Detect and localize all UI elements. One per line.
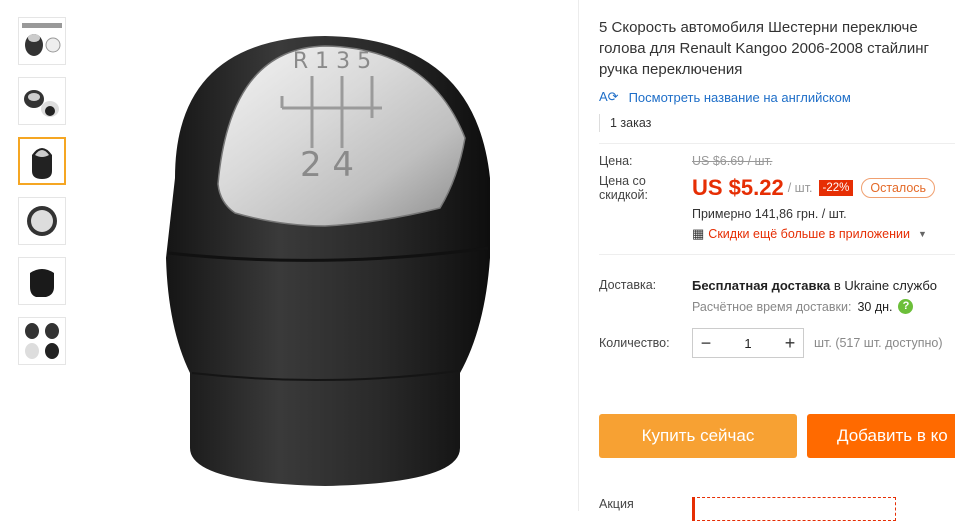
translate-link[interactable]: A⟳ Посмотреть название на английском — [599, 89, 955, 105]
available-stock: шт. (517 шт. доступно) — [814, 336, 943, 350]
product-title: 5 Скорость автомобиля Шестерни переключе… — [599, 17, 955, 80]
shipping-service: в Ukraine службо — [830, 278, 937, 293]
divider — [599, 143, 955, 144]
discount-price-group: US $5.22 / шт. -22% Осталось — [692, 174, 936, 202]
shipping-free: Бесплатная доставка — [692, 278, 831, 293]
thumbnail-4[interactable] — [18, 197, 66, 245]
price-unit: / шт. — [787, 181, 813, 195]
buy-now-button[interactable]: Купить сейчас — [599, 414, 797, 458]
qr-icon: ▦ — [692, 226, 705, 241]
thumbnail-3[interactable] — [18, 137, 66, 185]
coupon-box[interactable] — [692, 497, 896, 521]
estimate-label: Расчётное время доставки: — [692, 299, 852, 314]
add-to-cart-button[interactable]: Добавить в ко — [807, 414, 955, 458]
shipping-label: Доставка: — [599, 278, 657, 292]
title-line: голова для Renault Kangoo 2006-2008 стай… — [599, 40, 929, 57]
title-line: 5 Скорость автомобиля Шестерни переключе — [599, 19, 918, 36]
price-extra: Примерно 141,86 грн. / шт. ▦ Скидки ещё … — [599, 207, 955, 242]
quantity-input[interactable]: 1 — [719, 336, 777, 351]
thumbnail-strip — [18, 17, 70, 377]
app-promo-link[interactable]: ▦ Скидки ещё больше в приложении ▼ — [692, 226, 955, 242]
knob-bottom-numbers: 2 4 — [300, 145, 354, 185]
shipping-value[interactable]: Бесплатная доставка в Ukraine службо — [692, 278, 937, 293]
thumbnail-1[interactable] — [18, 17, 66, 65]
app-promo-label[interactable]: Скидки ещё больше в приложении — [708, 227, 910, 241]
approx-price: Примерно 141,86 грн. / шт. — [692, 207, 847, 221]
thumbnail-5[interactable] — [18, 257, 66, 305]
quantity-row: Количество: − 1 + шт. (517 шт. доступно) — [599, 328, 955, 358]
divider — [578, 0, 579, 511]
orders-count: 1 заказ — [599, 114, 955, 132]
help-icon[interactable]: ? — [898, 299, 914, 314]
product-info-panel: 5 Скорость автомобиля Шестерни переключе… — [599, 0, 955, 521]
knob-top-numbers: R 1 3 5 — [293, 49, 371, 74]
estimate-days: 30 дн. — [857, 299, 893, 314]
stock-left-badge: Осталось — [861, 178, 936, 198]
thumbnail-2[interactable] — [18, 77, 66, 125]
price-row: Цена: US $6.69 / шт. — [599, 154, 955, 168]
main-product-image[interactable]: R 1 3 5 2 4 — [80, 8, 570, 508]
title-line: ручка переключения — [599, 61, 743, 78]
new-price: US $5.22 — [692, 175, 784, 200]
quantity-plus-button[interactable]: + — [777, 333, 803, 354]
chevron-down-icon: ▼ — [918, 229, 927, 239]
quantity-minus-button[interactable]: − — [693, 333, 719, 354]
old-price: US $6.69 / шт. — [692, 154, 773, 168]
quantity-label: Количество: — [599, 336, 670, 350]
promo-row: Акция — [599, 497, 896, 521]
price-label: Цена: — [599, 154, 633, 168]
discount-badge: -22% — [818, 180, 854, 196]
divider — [599, 254, 955, 255]
thumbnail-6[interactable] — [18, 317, 66, 365]
shipping-row: Доставка: Бесплатная доставка в Ukraine … — [599, 278, 955, 293]
discount-price-label: Цена со скидкой: — [599, 174, 692, 202]
discount-price-row: Цена со скидкой: US $5.22 / шт. -22% Ост… — [599, 174, 955, 202]
quantity-stepper: − 1 + — [692, 328, 804, 358]
discount-label-line: Цена со — [599, 174, 646, 188]
translate-link-label[interactable]: Посмотреть название на английском — [629, 90, 851, 105]
translate-icon: A⟳ — [599, 89, 619, 104]
delivery-estimate: Расчётное время доставки: 30 дн. ? — [599, 299, 955, 314]
promo-label: Акция — [599, 497, 634, 511]
discount-label-line: скидкой: — [599, 188, 649, 202]
